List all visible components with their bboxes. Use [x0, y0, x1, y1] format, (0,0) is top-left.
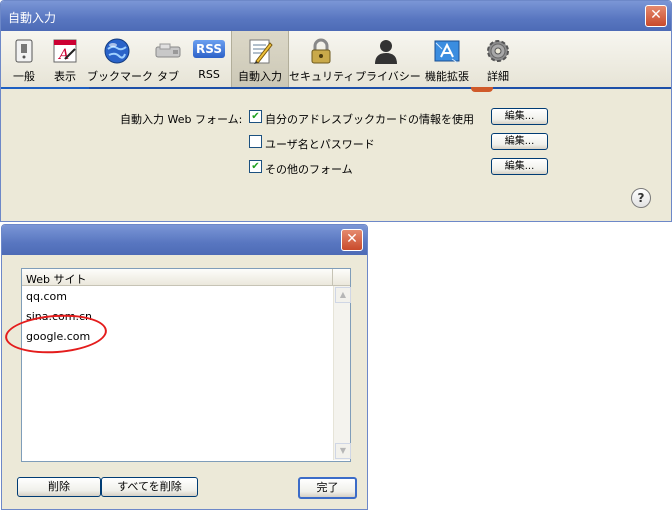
- scroll-up-arrow-icon[interactable]: ▲: [335, 287, 351, 303]
- tab-label: プライバシー: [355, 70, 421, 83]
- tab-tabs[interactable]: タブ: [149, 31, 187, 87]
- delete-all-button[interactable]: すべてを削除: [101, 477, 198, 497]
- rss-icon: RSS: [193, 40, 225, 58]
- passwords-checkbox[interactable]: [249, 135, 262, 148]
- tab-label: 一般: [13, 70, 35, 83]
- done-button[interactable]: 完了: [298, 477, 357, 499]
- tab-appearance[interactable]: A 表示: [45, 31, 85, 87]
- column-header[interactable]: Web サイト: [22, 269, 350, 286]
- address-book-checkbox[interactable]: ✔: [249, 110, 262, 123]
- checkmark-icon: ✔: [251, 161, 260, 172]
- title-bar: ✕: [2, 225, 367, 255]
- svg-text:A: A: [57, 47, 69, 63]
- tab-label: RSS: [198, 68, 220, 81]
- tab-indicator-strip: [1, 87, 671, 93]
- window-title: 自動入力: [8, 11, 57, 25]
- delete-button[interactable]: 削除: [17, 477, 101, 497]
- close-button[interactable]: ✕: [341, 229, 363, 251]
- switch-icon: [15, 39, 33, 63]
- tab-label: 自動入力: [238, 70, 282, 83]
- tab-label: 表示: [54, 70, 76, 83]
- pencil-icon: [249, 39, 273, 64]
- font-icon: A: [53, 39, 77, 63]
- edit-address-book-button[interactable]: 編集...: [491, 108, 548, 125]
- tab-label: 機能拡張: [425, 70, 469, 83]
- globe-icon: [104, 38, 130, 64]
- tab-label: 詳細: [487, 70, 509, 83]
- edit-other-forms-button[interactable]: 編集...: [491, 158, 548, 175]
- tab-privacy[interactable]: プライバシー: [355, 31, 421, 87]
- autofill-form-label: 自動入力 Web フォーム:: [120, 113, 243, 126]
- websites-window: ✕ Web サイト qq.com sina.com.cn google.com …: [1, 224, 368, 510]
- tab-label: セキュリティ: [289, 70, 355, 83]
- preferences-toolbar: 一般 A 表示 ブックマーク タブ RSS RSS 自動入力 セキュリティ プラ…: [1, 31, 671, 88]
- other-forms-label: その他のフォーム: [265, 163, 353, 176]
- extension-icon: [434, 40, 460, 64]
- address-book-label: 自分のアドレスブックカードの情報を使用: [265, 113, 474, 126]
- tabs-icon: [155, 43, 181, 58]
- passwords-label: ユーザ名とパスワード: [265, 138, 375, 151]
- vertical-scrollbar[interactable]: ▲ ▼: [333, 286, 351, 460]
- other-forms-checkbox[interactable]: ✔: [249, 160, 262, 173]
- scroll-down-arrow-icon[interactable]: ▼: [335, 443, 351, 459]
- tab-autofill[interactable]: 自動入力: [231, 31, 289, 87]
- tab-label: タブ: [157, 70, 179, 83]
- gear-icon: [487, 40, 509, 62]
- edit-passwords-button[interactable]: 編集...: [491, 133, 548, 150]
- tab-security[interactable]: セキュリティ: [289, 31, 355, 87]
- person-icon: [375, 40, 397, 64]
- tab-bookmarks[interactable]: ブックマーク: [87, 31, 153, 87]
- tab-advanced[interactable]: 詳細: [477, 31, 519, 87]
- list-item[interactable]: qq.com: [26, 290, 67, 303]
- title-bar: 自動入力 ✕: [1, 1, 671, 31]
- preferences-window: 自動入力 ✕ 一般 A 表示 ブックマーク タブ RSS RSS 自動入力 セキ…: [0, 0, 672, 222]
- tab-rss[interactable]: RSS RSS: [189, 31, 229, 87]
- tab-label: ブックマーク: [87, 70, 153, 83]
- website-column-label: Web サイト: [26, 273, 87, 286]
- close-button[interactable]: ✕: [645, 5, 667, 27]
- tab-extensions[interactable]: 機能拡張: [419, 31, 475, 87]
- website-list[interactable]: Web サイト qq.com sina.com.cn google.com ▲ …: [21, 268, 351, 462]
- tab-general[interactable]: 一般: [5, 31, 43, 87]
- help-button[interactable]: ?: [631, 188, 651, 208]
- lock-icon: [311, 38, 331, 64]
- checkmark-icon: ✔: [251, 111, 260, 122]
